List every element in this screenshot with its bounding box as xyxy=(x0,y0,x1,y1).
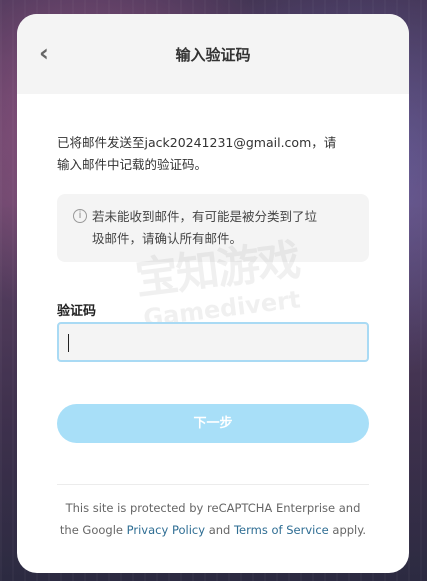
text-caret xyxy=(68,334,69,352)
email-sent-line-1: 已将邮件发送至jack20241231@gmail.com，请 xyxy=(57,135,337,150)
spam-notice-line-1: 若未能收到邮件，有可能是被分类到了垃 xyxy=(92,209,318,224)
recaptcha-suffix: apply. xyxy=(332,523,367,537)
info-circle-icon: i xyxy=(73,209,87,223)
recaptcha-prefix: the Google xyxy=(59,523,127,537)
footer-divider xyxy=(57,484,369,485)
email-sent-line-2: 输入邮件中记载的验证码。 xyxy=(57,157,208,172)
email-sent-message: 已将邮件发送至jack20241231@gmail.com，请 输入邮件中记载的… xyxy=(57,132,375,176)
verification-code-label: 验证码 xyxy=(57,304,97,319)
next-button[interactable]: 下一步 xyxy=(57,404,369,443)
recaptcha-and: and xyxy=(208,523,234,537)
verification-card: ‹ 输入验证码 已将邮件发送至jack20241231@gmail.com，请 … xyxy=(17,14,409,573)
terms-of-service-link[interactable]: Terms of Service xyxy=(234,523,329,537)
verification-code-input[interactable] xyxy=(57,322,369,362)
header: ‹ 输入验证码 xyxy=(17,14,409,94)
page-title: 输入验证码 xyxy=(175,46,251,64)
recaptcha-line-1: This site is protected by reCAPTCHA Ente… xyxy=(65,501,361,515)
privacy-policy-link[interactable]: Privacy Policy xyxy=(127,523,205,537)
recaptcha-line-2: the Google Privacy Policy and Terms of S… xyxy=(57,519,369,541)
recaptcha-footer: This site is protected by reCAPTCHA Ente… xyxy=(57,497,369,541)
